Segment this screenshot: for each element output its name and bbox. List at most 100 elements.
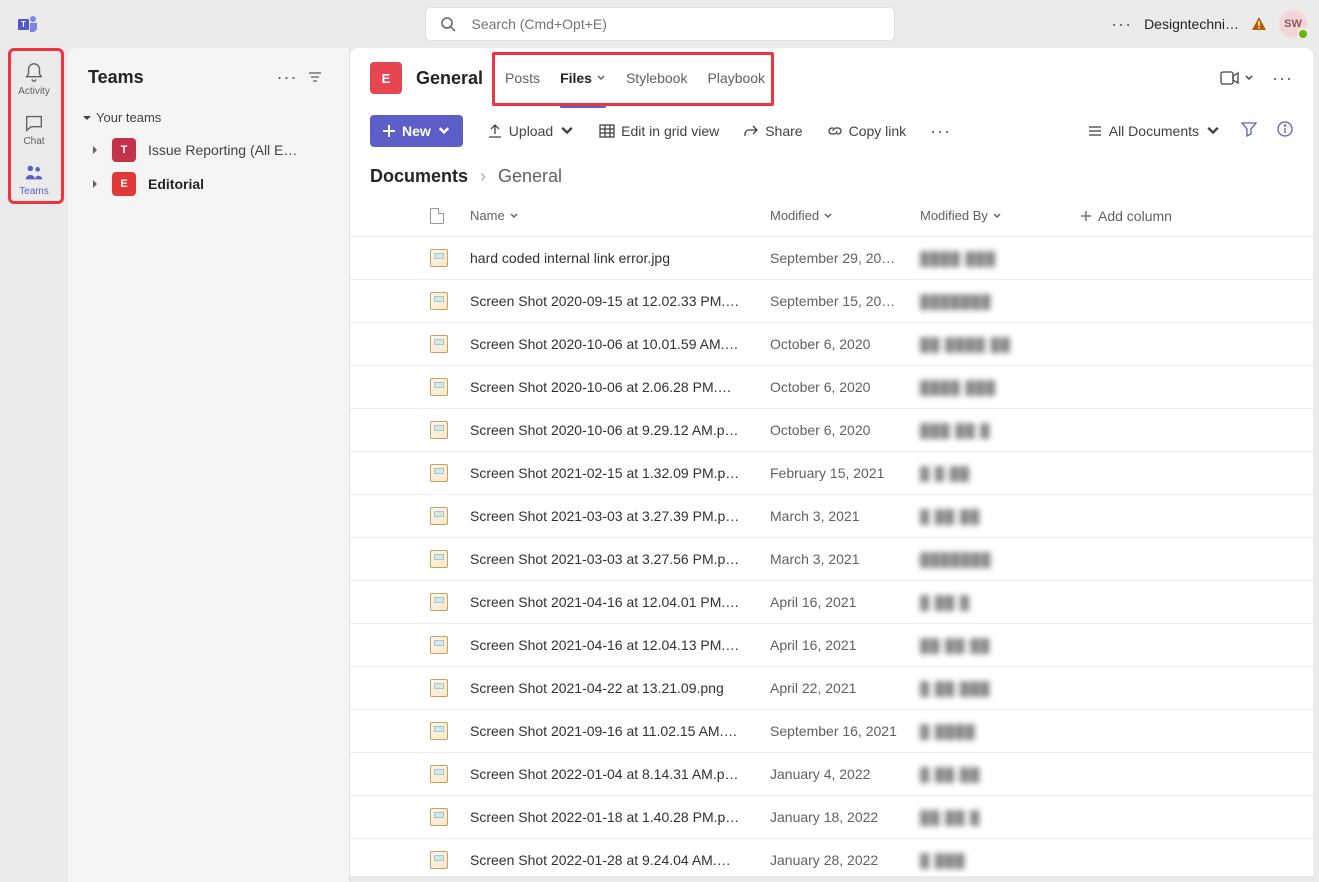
toolbar-more-icon[interactable]: ··· — [930, 121, 951, 142]
rail-label: Teams — [19, 186, 48, 197]
caret-down-icon — [82, 113, 92, 123]
bell-icon — [23, 62, 45, 84]
caret-right-icon — [90, 179, 100, 189]
search-box[interactable] — [426, 8, 894, 40]
caret-right-icon — [90, 145, 100, 155]
share-icon — [743, 123, 759, 139]
table-row[interactable]: Screen Shot 2020-10-06 at 9.29.12 AM.p… … — [350, 409, 1313, 452]
table-row[interactable]: Screen Shot 2021-04-22 at 13.21.09.png A… — [350, 667, 1313, 710]
search-input[interactable] — [472, 16, 880, 32]
table-row[interactable]: Screen Shot 2021-04-16 at 12.04.01 PM.… … — [350, 581, 1313, 624]
chevron-down-icon — [823, 211, 833, 221]
filter-button[interactable] — [1241, 121, 1257, 142]
main: E General Posts Files Stylebook Playbook… — [350, 48, 1313, 876]
image-file-icon — [430, 808, 448, 826]
chat-icon — [23, 112, 45, 134]
file-type-column-icon[interactable] — [430, 208, 444, 224]
file-name: Screen Shot 2021-03-03 at 3.27.39 PM.p… — [470, 508, 770, 524]
tab-stylebook[interactable]: Stylebook — [626, 48, 687, 108]
table-row[interactable]: Screen Shot 2020-10-06 at 2.06.28 PM.… O… — [350, 366, 1313, 409]
table-row[interactable]: Screen Shot 2020-10-06 at 10.01.59 AM.… … — [350, 323, 1313, 366]
sidebar: Teams ··· Your teams T Issue Reporting (… — [68, 48, 350, 882]
table-row[interactable]: hard coded internal link error.jpg Septe… — [350, 237, 1313, 280]
image-file-icon — [430, 421, 448, 439]
image-file-icon — [430, 593, 448, 611]
channel-avatar: E — [370, 62, 402, 94]
channel-header: E General Posts Files Stylebook Playbook… — [350, 48, 1313, 108]
team-item-issue-reporting[interactable]: T Issue Reporting (All E… — [68, 133, 349, 167]
file-modified: April 16, 2021 — [770, 637, 920, 653]
copy-link-button[interactable]: Copy link — [827, 123, 907, 139]
info-button[interactable] — [1277, 121, 1293, 142]
view-switcher[interactable]: All Documents — [1087, 123, 1221, 139]
file-modified-by: █ ██ ██ — [920, 509, 1080, 524]
table-row[interactable]: Screen Shot 2021-02-15 at 1.32.09 PM.p… … — [350, 452, 1313, 495]
app-rail: Activity Chat Teams — [0, 48, 68, 882]
file-modified: September 15, 20… — [770, 293, 920, 309]
table-row[interactable]: Screen Shot 2021-03-03 at 3.27.56 PM.p… … — [350, 538, 1313, 581]
list-icon — [1087, 123, 1103, 139]
file-modified-by: ███ ██ █ — [920, 423, 1080, 438]
table-row[interactable]: Screen Shot 2022-01-18 at 1.40.28 PM.p… … — [350, 796, 1313, 839]
new-button[interactable]: New — [370, 115, 463, 147]
team-name: Issue Reporting (All E… — [148, 142, 339, 158]
tab-posts[interactable]: Posts — [505, 48, 540, 108]
file-modified: October 6, 2020 — [770, 379, 920, 395]
add-column-button[interactable]: Add column — [1080, 208, 1220, 224]
team-item-editorial[interactable]: E Editorial — [68, 167, 349, 201]
file-name: hard coded internal link error.jpg — [470, 250, 770, 266]
tab-playbook[interactable]: Playbook — [707, 48, 765, 108]
plus-icon — [382, 124, 396, 138]
file-name: Screen Shot 2022-01-18 at 1.40.28 PM.p… — [470, 809, 770, 825]
avatar[interactable]: SW — [1279, 10, 1307, 38]
rail-activity[interactable]: Activity — [6, 54, 62, 104]
rail-chat[interactable]: Chat — [6, 104, 62, 154]
file-table: Name Modified Modified By Add column har… — [350, 195, 1313, 876]
chevron-down-icon — [559, 123, 575, 139]
file-modified: March 3, 2021 — [770, 551, 920, 567]
column-modified-by[interactable]: Modified By — [920, 208, 1080, 223]
filter-icon[interactable] — [301, 63, 329, 91]
chevron-down-icon — [437, 124, 451, 138]
share-button[interactable]: Share — [743, 123, 802, 139]
breadcrumb-current: General — [498, 166, 562, 187]
breadcrumb-root[interactable]: Documents — [370, 166, 468, 187]
table-row[interactable]: Screen Shot 2021-03-03 at 3.27.39 PM.p… … — [350, 495, 1313, 538]
file-modified: January 28, 2022 — [770, 852, 920, 868]
file-name: Screen Shot 2020-09-15 at 12.02.33 PM.… — [470, 293, 770, 309]
svg-text:T: T — [21, 20, 26, 29]
table-row[interactable]: Screen Shot 2021-04-16 at 12.04.13 PM.… … — [350, 624, 1313, 667]
image-file-icon — [430, 249, 448, 267]
your-teams-section[interactable]: Your teams — [68, 106, 349, 133]
chevron-down-icon — [509, 211, 519, 221]
rail-label: Chat — [23, 136, 44, 147]
column-modified[interactable]: Modified — [770, 208, 920, 223]
link-icon — [827, 123, 843, 139]
table-row[interactable]: Screen Shot 2020-09-15 at 12.02.33 PM.… … — [350, 280, 1313, 323]
meet-button[interactable] — [1220, 70, 1254, 86]
file-modified-by: █ ███ — [920, 853, 1080, 868]
table-row[interactable]: Screen Shot 2021-09-16 at 11.02.15 AM.… … — [350, 710, 1313, 753]
tab-files[interactable]: Files — [560, 48, 606, 108]
warning-icon[interactable] — [1251, 16, 1267, 32]
channel-more-icon[interactable]: ··· — [1272, 68, 1293, 89]
table-row[interactable]: Screen Shot 2022-01-28 at 9.24.04 AM.… J… — [350, 839, 1313, 876]
image-file-icon — [430, 765, 448, 783]
file-modified-by: ██ ██ █ — [920, 810, 1080, 825]
sidebar-title: Teams — [88, 67, 273, 88]
chevron-down-icon — [596, 73, 606, 83]
image-file-icon — [430, 507, 448, 525]
file-name: Screen Shot 2020-10-06 at 9.29.12 AM.p… — [470, 422, 770, 438]
image-file-icon — [430, 636, 448, 654]
upload-button[interactable]: Upload — [487, 123, 575, 139]
rail-teams[interactable]: Teams — [6, 154, 62, 204]
column-name[interactable]: Name — [470, 208, 770, 223]
grid-view-button[interactable]: Edit in grid view — [599, 123, 719, 139]
sidebar-more-icon[interactable]: ··· — [273, 63, 301, 91]
image-file-icon — [430, 679, 448, 697]
chevron-down-icon — [992, 211, 1002, 221]
image-file-icon — [430, 464, 448, 482]
more-icon[interactable]: ··· — [1111, 14, 1132, 35]
presence-badge — [1297, 28, 1309, 40]
table-row[interactable]: Screen Shot 2022-01-04 at 8.14.31 AM.p… … — [350, 753, 1313, 796]
